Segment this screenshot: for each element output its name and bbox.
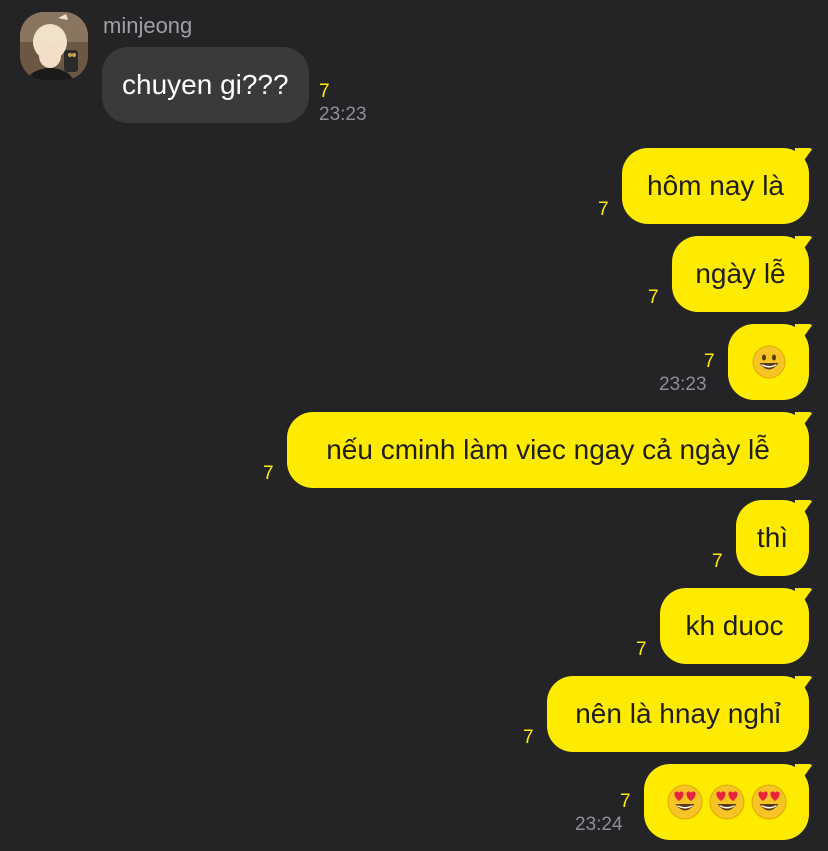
message-bubble-outgoing[interactable]: nếu cminh làm viec ngay cả ngày lễ (287, 412, 809, 488)
message-time: 23:23 (319, 104, 367, 125)
heart-eyes-face-icon (751, 784, 787, 820)
unread-count: 7 (712, 551, 723, 572)
message-text: nếu cminh làm viec ngay cả ngày lễ (326, 434, 770, 465)
message-bubble-outgoing[interactable]: kh duoc (660, 588, 809, 664)
unread-count: 7 (523, 727, 534, 748)
unread-count: 7 (636, 639, 647, 660)
grinning-face-icon (752, 345, 786, 379)
avatar[interactable] (20, 12, 88, 80)
message-text: kh duoc (685, 610, 784, 641)
message-bubble-incoming[interactable]: chuyen gi??? (102, 47, 309, 123)
message-text: hôm nay là (647, 170, 784, 201)
message-bubble-outgoing[interactable] (728, 324, 809, 400)
message-bubble-outgoing[interactable]: nên là hnay nghỉ (547, 676, 809, 752)
unread-count: 7 (620, 791, 631, 812)
heart-eyes-face-icon (667, 784, 703, 820)
message-text: chuyen gi??? (122, 69, 289, 100)
profile-photo-icon (20, 12, 88, 80)
unread-count: 7 (263, 463, 274, 484)
heart-eyes-face-icon (709, 784, 745, 820)
message-time: 23:23 (659, 374, 707, 395)
message-bubble-outgoing[interactable] (644, 764, 809, 840)
unread-count: 7 (319, 81, 330, 102)
message-bubble-outgoing[interactable]: hôm nay là (622, 148, 809, 224)
message-text: thì (756, 522, 789, 553)
message-text: nên là hnay nghỉ (575, 698, 781, 729)
message-bubble-outgoing[interactable]: ngày lễ (672, 236, 809, 312)
sender-name: minjeong (103, 13, 193, 38)
unread-count: 7 (704, 351, 715, 372)
message-text: ngày lễ (695, 258, 786, 289)
message-bubble-outgoing[interactable]: thì (736, 500, 809, 576)
message-time: 23:24 (575, 814, 623, 835)
unread-count: 7 (598, 199, 609, 220)
unread-count: 7 (648, 287, 659, 308)
